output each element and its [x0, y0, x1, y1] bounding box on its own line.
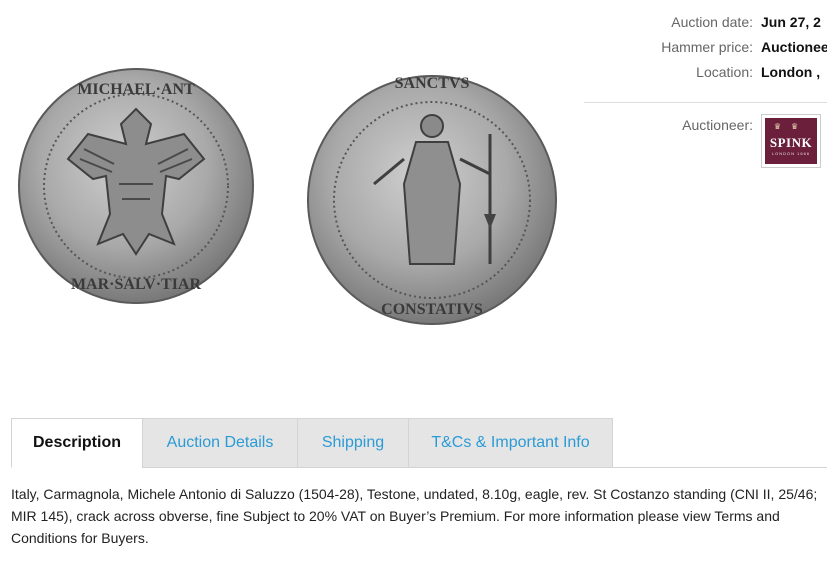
hammer-price-value: Auctioneer: [761, 39, 827, 55]
svg-text:MICHAEL·ANT: MICHAEL·ANT: [77, 81, 195, 98]
hammer-price-label: Hammer price:: [661, 39, 753, 55]
lot-description: Italy, Carmagnola, Michele Antonio di Sa…: [11, 486, 818, 546]
lot-image[interactable]: MICHAEL·ANT MAR·SALV·TIAR SANCTVS CONSTA…: [14, 64, 560, 334]
svg-text:MAR·SALV·TIAR: MAR·SALV·TIAR: [71, 276, 202, 293]
hammer-price-row: Hammer price: Auctioneer: [584, 35, 827, 60]
coin-reverse: SANCTVS CONSTATIVS: [307, 75, 557, 325]
crest-icons: ♛♛: [773, 122, 809, 131]
auctioneer-sub: LONDON 1666: [771, 151, 811, 156]
tab-terms[interactable]: T&Cs & Important Info: [408, 418, 613, 467]
auctioneer-row: Auctioneer: ♛♛ SPINK LONDON 1666: [584, 114, 821, 168]
location-label: Location:: [696, 64, 753, 80]
tab-description[interactable]: Description: [11, 418, 142, 468]
tab-shipping[interactable]: Shipping: [297, 418, 408, 467]
auction-meta: Auction date: Jun 27, 2 Hammer price: Au…: [584, 10, 827, 85]
spink-logo: ♛♛ SPINK LONDON 1666: [765, 118, 817, 164]
coin-obverse: MICHAEL·ANT MAR·SALV·TIAR: [18, 68, 254, 304]
meta-divider: [584, 102, 827, 103]
auctioneer-logo[interactable]: ♛♛ SPINK LONDON 1666: [761, 114, 821, 168]
svg-text:CONSTATIVS: CONSTATIVS: [381, 301, 483, 318]
auction-date-row: Auction date: Jun 27, 2: [584, 10, 827, 35]
auction-date-value: Jun 27, 2: [761, 14, 821, 30]
auction-date-label: Auction date:: [671, 14, 753, 30]
auctioneer-name: SPINK: [769, 135, 813, 150]
auctioneer-label: Auctioneer:: [682, 117, 753, 133]
location-value: London ,: [761, 64, 821, 80]
tab-auction-details[interactable]: Auction Details: [142, 418, 297, 467]
lot-tabs: Description Auction Details Shipping T&C…: [11, 418, 827, 468]
location-row: Location: London ,: [584, 60, 827, 85]
svg-text:SANCTVS: SANCTVS: [395, 75, 470, 92]
